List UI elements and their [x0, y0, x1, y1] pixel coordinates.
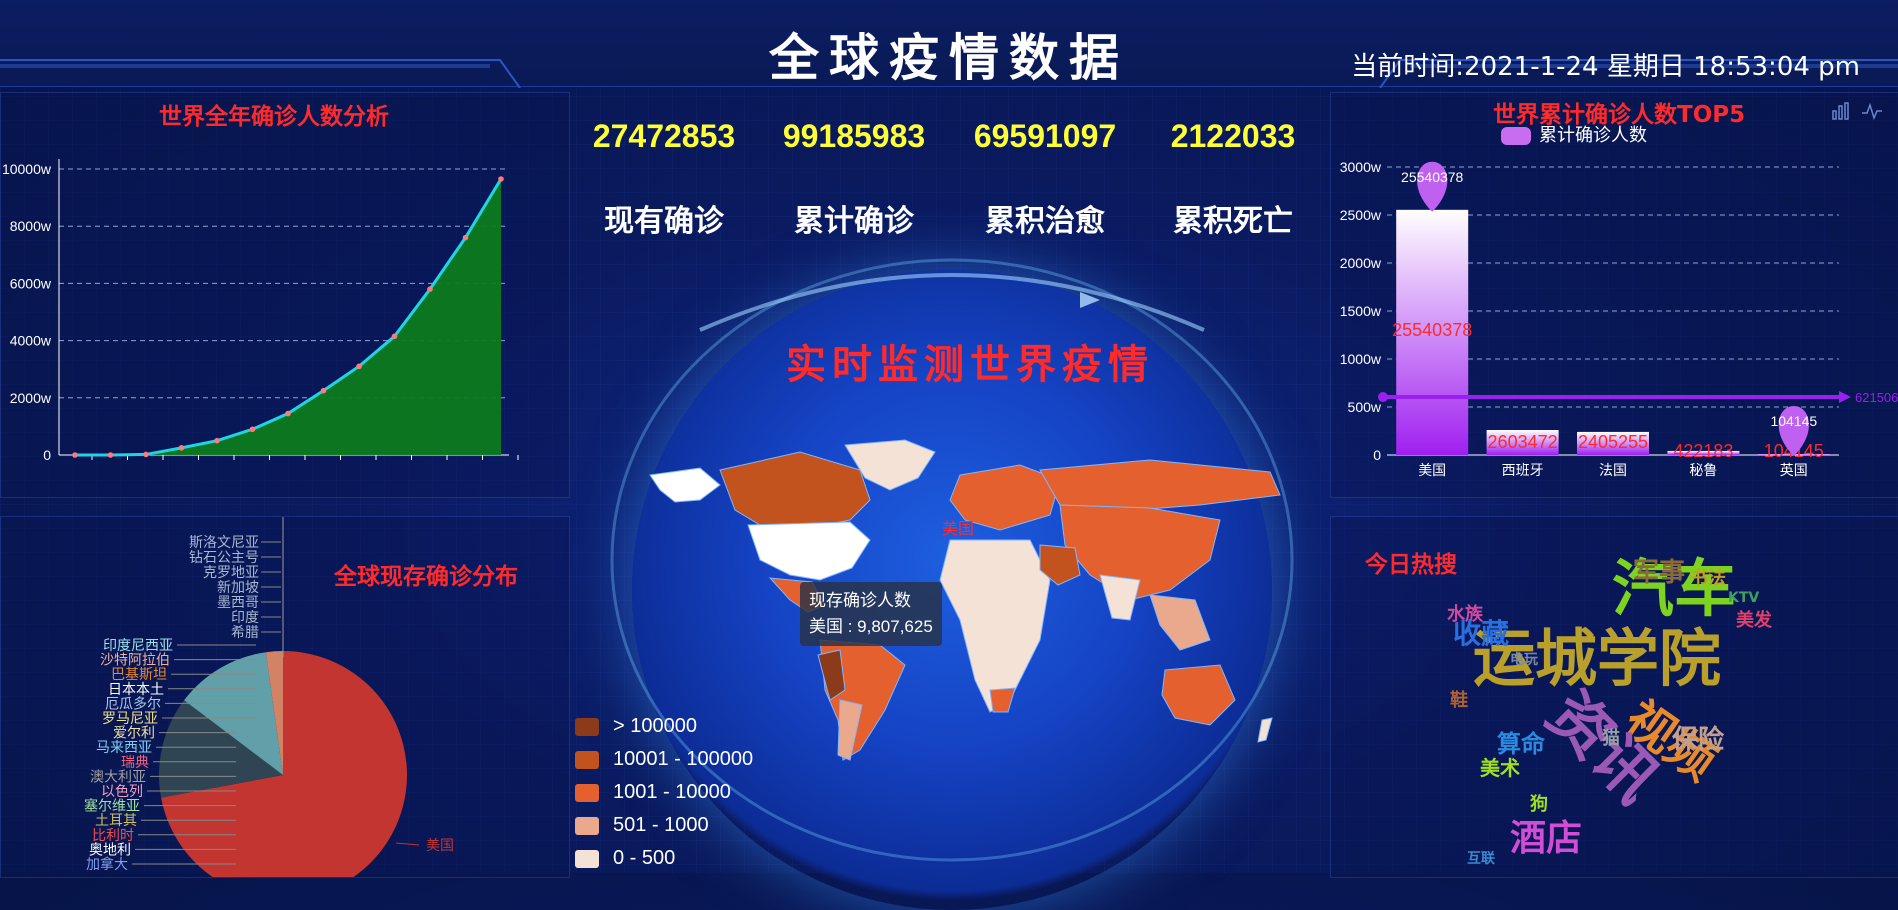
legend-swatch [575, 849, 599, 868]
map-region-canada [719, 451, 871, 531]
legend-item[interactable]: 1001 - 10000 [575, 776, 753, 809]
map-region-south-africa [989, 687, 1016, 713]
x-tick-label: 秘鲁 [1689, 462, 1717, 478]
hot-search-word[interactable]: 美发 [1736, 606, 1772, 632]
legend-label: 501 - 1000 [613, 814, 709, 836]
data-label: 25540378 [1392, 320, 1472, 340]
legend-label: 10001 - 100000 [613, 748, 754, 770]
y-tick-label: 0 [1373, 447, 1381, 463]
bar-legend-label: 累计确诊人数 [1539, 125, 1647, 145]
legend-label: 1001 - 10000 [613, 781, 731, 803]
y-tick-label: 500w [1348, 399, 1382, 415]
tooltip-title: 现存确诊人数 [809, 591, 911, 610]
legend-label: 0 - 500 [613, 847, 676, 869]
x-tick-label: 法国 [1599, 462, 1627, 478]
y-tick-label: 1500w [1340, 303, 1382, 319]
marker-label: 104145 [1770, 413, 1817, 429]
map-country-label: 美国 [942, 520, 974, 538]
map-tooltip: 现存确诊人数 美国 : 9,807,625 [800, 582, 942, 646]
bar-chart-icon[interactable] [1831, 101, 1853, 121]
top5-panel: 世界累计确诊人数TOP5 累计确诊人数 0 500w 1000w 1500w 2000w 2… [1330, 92, 1898, 498]
hot-search-word[interactable]: 鞋 [1450, 686, 1468, 712]
legend-item[interactable]: > 100000 [575, 710, 753, 743]
hot-search-word[interactable]: 收藏 [1453, 612, 1509, 652]
mean-line-label: 621506 [1855, 390, 1898, 405]
map-region-africa [939, 539, 1051, 713]
map-region-alaska [649, 467, 721, 503]
map-region-russia [1039, 459, 1281, 513]
hot-search-title: 今日热搜 [1365, 552, 1457, 578]
hot-search-word[interactable]: 互联 [1467, 848, 1495, 868]
y-tick-label: 3000w [1340, 159, 1382, 175]
legend-swatch [575, 717, 599, 736]
legend-swatch [1501, 127, 1531, 145]
map-region-usa [747, 521, 871, 581]
mean-line-start [1378, 392, 1388, 402]
legend-item[interactable]: 10001 - 100000 [575, 743, 753, 776]
legend-swatch [575, 783, 599, 802]
legend-item[interactable]: 501 - 1000 [575, 809, 753, 842]
hot-search-word[interactable]: 狗 [1530, 790, 1548, 816]
y-tick-label: 2000w [1340, 255, 1382, 271]
x-tick-label: 英国 [1780, 462, 1808, 478]
hot-search-word[interactable]: 保险 [1672, 719, 1724, 756]
map-region-south-asia [1099, 574, 1141, 621]
map-region-new-zealand [1257, 717, 1273, 743]
data-label: 422183 [1673, 441, 1733, 461]
hot-search-word[interactable]: KTV [1728, 590, 1759, 606]
legend-item[interactable]: 0 - 500 [575, 842, 753, 875]
hot-search-word[interactable]: 书法 [1690, 564, 1726, 590]
hot-search-word[interactable]: 军事 [1633, 552, 1685, 589]
line-chart-icon[interactable] [1861, 101, 1883, 121]
tooltip-value: 美国 : 9,807,625 [809, 617, 933, 636]
mean-line-arrow [1839, 391, 1851, 403]
y-tick-label: 1000w [1340, 351, 1382, 367]
map-region-se-asia [1149, 594, 1211, 651]
legend-label: > 100000 [613, 715, 697, 737]
top5-bar-chart: 累计确诊人数 0 500w 1000w 1500w 2000w 2500w 3000w 美国 25… [1340, 125, 1898, 478]
x-tick-label: 美国 [1418, 462, 1446, 478]
marker-label: 25540378 [1401, 169, 1464, 185]
hot-search-word[interactable]: 美术 [1480, 752, 1520, 781]
legend-swatch [575, 816, 599, 835]
map-region-australia [1161, 664, 1236, 726]
x-tick-label: 西班牙 [1502, 462, 1544, 478]
data-label: 2603472 [1488, 432, 1558, 452]
hot-search-word[interactable]: 电玩 [1510, 649, 1538, 669]
hot-search-word[interactable]: 猫 [1602, 724, 1620, 750]
map-legend[interactable]: > 100000 10001 - 100000 1001 - 10000 501… [575, 710, 753, 875]
map-region-asia [1059, 504, 1221, 601]
data-label: 2405255 [1578, 432, 1648, 452]
map-region-peru [817, 649, 846, 701]
y-tick-label: 2500w [1340, 207, 1382, 223]
legend-swatch [575, 750, 599, 769]
hot-search-word[interactable]: 酒店 [1510, 809, 1582, 861]
